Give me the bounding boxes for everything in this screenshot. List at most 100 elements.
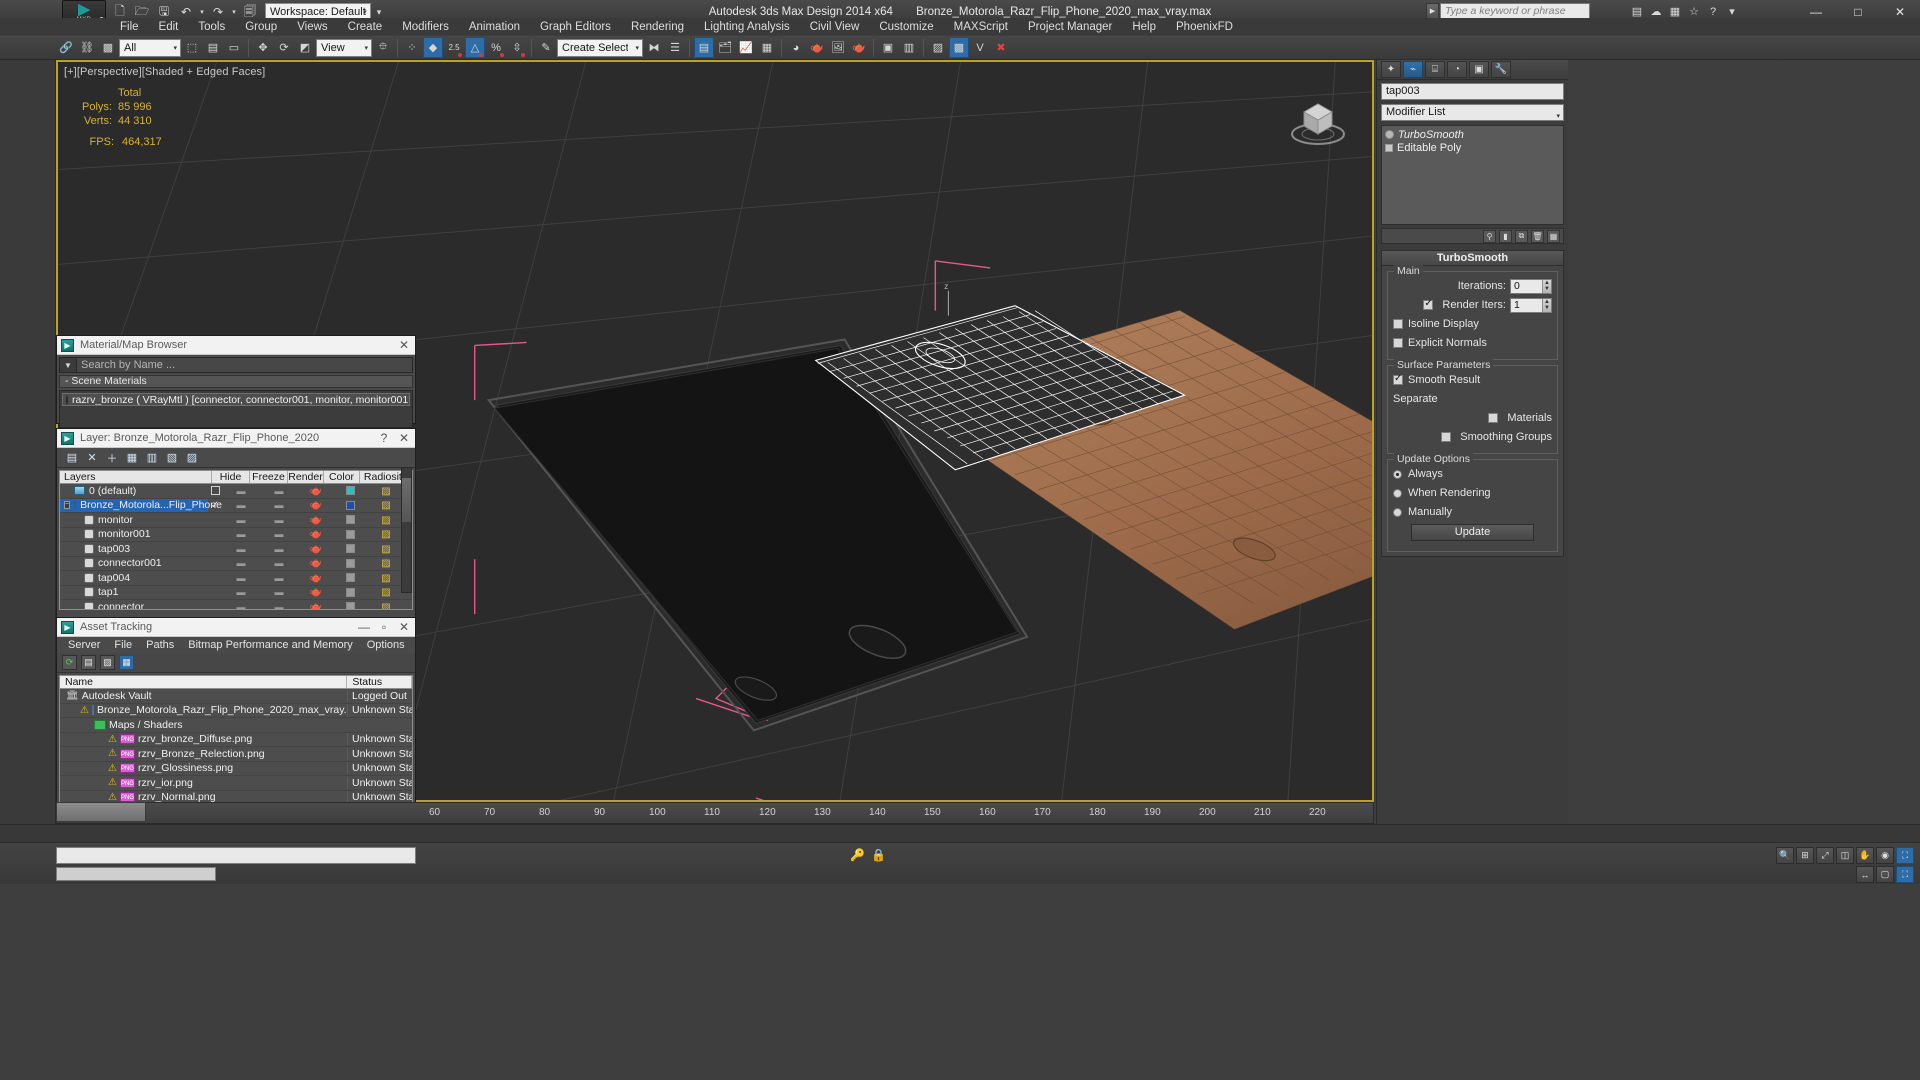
layer-row[interactable]: − Bronze_Motorola...Flip_Phone ✓ ▬ ▬ 🫖 ▨ xyxy=(60,498,412,513)
radiosity-icon[interactable]: ▨ xyxy=(366,557,406,569)
hide-toggle[interactable]: ▬ xyxy=(222,602,260,609)
radiosity-icon[interactable]: ▨ xyxy=(366,499,406,511)
layer-column-color[interactable]: Color xyxy=(324,471,360,483)
menu-item-project-manager[interactable]: Project Manager xyxy=(1018,20,1122,34)
menu-item-rendering[interactable]: Rendering xyxy=(621,20,694,34)
layer-color-swatch[interactable] xyxy=(334,529,366,539)
layer-manager-icon[interactable]: ▤ xyxy=(694,37,714,58)
layer-manager-dialog[interactable]: ▶ Layer: Bronze_Motorola_Razr_Flip_Phone… xyxy=(56,428,416,618)
radiosity-icon[interactable]: ▨ xyxy=(366,572,406,584)
help-icon[interactable]: ? xyxy=(377,431,391,445)
asset-menu-file[interactable]: File xyxy=(107,639,139,651)
maximize-icon[interactable]: ▫ xyxy=(377,620,391,634)
quick-render-icon[interactable]: ▣ xyxy=(878,37,898,58)
explicit-normals-row[interactable]: Explicit Normals xyxy=(1393,335,1552,351)
tab-motion[interactable]: ◔ xyxy=(1447,61,1467,78)
dialog-title-bar[interactable]: ▶ Layer: Bronze_Motorola_Razr_Flip_Phone… xyxy=(57,429,415,448)
freeze-toggle[interactable]: ▬ xyxy=(260,558,298,568)
render-toggle-icon[interactable]: 🫖 xyxy=(298,499,334,511)
prompt-line-field[interactable] xyxy=(56,867,216,881)
layer-color-swatch[interactable] xyxy=(334,573,366,583)
asset-row[interactable]: ⚠PNGrzrv_ior.png Unknown Stat. xyxy=(60,776,412,791)
radiosity-icon[interactable]: ▨ xyxy=(366,601,406,609)
layer-column-layers[interactable]: Layers xyxy=(60,471,212,483)
render-toggle-icon[interactable]: 🫖 xyxy=(298,485,334,497)
modifier-list-combo[interactable]: Modifier List ▾ xyxy=(1381,104,1564,121)
menu-item-modifiers[interactable]: Modifiers xyxy=(392,20,459,34)
render-toggle-icon[interactable]: 🫖 xyxy=(298,586,334,598)
hide-toggle[interactable]: ▬ xyxy=(222,515,260,525)
select-link-icon[interactable]: 🔗 xyxy=(56,37,76,58)
freeze-toggle[interactable]: ▬ xyxy=(260,544,298,554)
select-objects-in-layer-icon[interactable]: ▦ xyxy=(125,451,139,465)
percent-snap-icon[interactable]: % xyxy=(486,37,506,58)
tab-modify[interactable]: ⌁ xyxy=(1403,61,1423,78)
smooth-result-row[interactable]: Smooth Result xyxy=(1393,372,1552,388)
layer-color-swatch[interactable] xyxy=(334,587,366,597)
tab-create[interactable]: ✦ xyxy=(1381,61,1401,78)
rollout-header[interactable]: TurboSmooth xyxy=(1382,251,1563,266)
hide-toggle[interactable]: ▬ xyxy=(222,529,260,539)
spinner-arrows-icon[interactable]: ▲ ▼ xyxy=(1542,279,1551,293)
radiosity-icon[interactable]: ▨ xyxy=(366,543,406,555)
zoom-extents-icon[interactable]: ⤢ xyxy=(1816,847,1834,864)
render-toggle-icon[interactable]: 🫖 xyxy=(298,543,334,555)
tab-hierarchy[interactable]: ⌸ xyxy=(1425,61,1445,78)
menu-item-lighting-analysis[interactable]: Lighting Analysis xyxy=(694,20,800,34)
asset-menu-options[interactable]: Options xyxy=(360,639,412,651)
spinner-snap-icon[interactable]: ⇳ xyxy=(507,37,527,58)
close-icon[interactable]: ✕ xyxy=(397,431,411,445)
select-and-move-icon[interactable]: ✥ xyxy=(253,37,273,58)
view-cube[interactable] xyxy=(1282,82,1354,154)
remove-modifier-icon[interactable]: 🗑 xyxy=(1531,229,1544,243)
freeze-toggle[interactable]: ▬ xyxy=(260,500,298,510)
material-list[interactable]: razrv_bronze ( VRayMtl ) [connector, con… xyxy=(59,390,413,428)
detail-view-icon[interactable]: ▨ xyxy=(100,655,115,670)
select-region-icon[interactable]: ▭ xyxy=(224,37,244,58)
layer-scrollbar[interactable] xyxy=(401,467,412,593)
hide-toggle[interactable]: ▬ xyxy=(222,558,260,568)
toggle-scene-explorer-icon[interactable]: 🗂 xyxy=(715,37,735,58)
freeze-toggle[interactable]: ▬ xyxy=(260,573,298,583)
update-button[interactable]: Update xyxy=(1411,524,1534,541)
menu-item-graph-editors[interactable]: Graph Editors xyxy=(530,20,621,34)
rendered-frame-window-icon[interactable]: 🖼 xyxy=(828,37,848,58)
material-list-item[interactable]: razrv_bronze ( VRayMtl ) [connector, con… xyxy=(62,393,410,406)
layer-color-swatch[interactable] xyxy=(334,544,366,554)
bind-to-space-warp-icon[interactable]: ▩ xyxy=(98,37,118,58)
menu-item-maxscript[interactable]: MAXScript xyxy=(944,20,1018,34)
layer-row[interactable]: connector001 ▬ ▬ 🫖 ▨ xyxy=(60,557,412,571)
list-view-icon[interactable]: ▤ xyxy=(81,655,96,670)
smooth-result-checkbox[interactable] xyxy=(1393,373,1403,385)
expand-collapse-icon[interactable]: − xyxy=(64,501,71,510)
reference-coordinate-combo[interactable]: View ▾ xyxy=(316,38,372,57)
modifier-stack[interactable]: TurboSmooth Editable Poly xyxy=(1381,125,1564,225)
layer-row[interactable]: connector ▬ ▬ 🫖 ▨ xyxy=(60,600,412,609)
vray-render-icon[interactable]: V xyxy=(970,37,990,58)
grid-view-icon[interactable]: ▦ xyxy=(119,655,134,670)
radiosity-icon[interactable]: ▨ xyxy=(366,586,406,598)
freeze-toggle[interactable]: ▬ xyxy=(260,486,298,496)
curve-editor-icon[interactable]: 📈 xyxy=(736,37,756,58)
freeze-toggle[interactable]: ▬ xyxy=(260,602,298,609)
menu-item-tools[interactable]: Tools xyxy=(188,20,235,34)
current-layer-toggle[interactable] xyxy=(208,486,222,496)
schematic-view-icon[interactable]: ▦ xyxy=(757,37,777,58)
stack-item-editable-poly[interactable]: Editable Poly xyxy=(1382,141,1563,154)
object-name-field[interactable]: tap003 xyxy=(1381,83,1564,100)
maximize-viewport-toggle-icon[interactable]: ⛶ xyxy=(1896,847,1914,864)
separate-materials-row[interactable]: Materials xyxy=(1393,410,1552,426)
radiosity-icon[interactable]: ▨ xyxy=(366,514,406,526)
asset-row[interactable]: ⚠PNGrzrv_Bronze_Relection.png Unknown Sta… xyxy=(60,747,412,762)
layer-properties-icon[interactable]: ▨ xyxy=(185,451,199,465)
isoline-display-row[interactable]: Isoline Display xyxy=(1393,316,1552,332)
tab-utilities[interactable]: 🔧 xyxy=(1491,61,1511,78)
lock-selection-icon[interactable]: 🔒 xyxy=(871,848,886,862)
select-object-icon[interactable]: ⬚ xyxy=(182,37,202,58)
render-iters-checkbox[interactable] xyxy=(1423,298,1434,310)
material-editor-icon[interactable]: ◕ xyxy=(786,37,806,58)
render-toggle-icon[interactable]: 🫖 xyxy=(298,514,334,526)
render-iterative-icon[interactable]: ▥ xyxy=(899,37,919,58)
stack-item-turbosmooth[interactable]: TurboSmooth xyxy=(1382,128,1563,141)
time-slider-track[interactable]: 60 70 80 90 100 110 120 130 140 150 160 170 180 190 20… xyxy=(56,802,1374,824)
